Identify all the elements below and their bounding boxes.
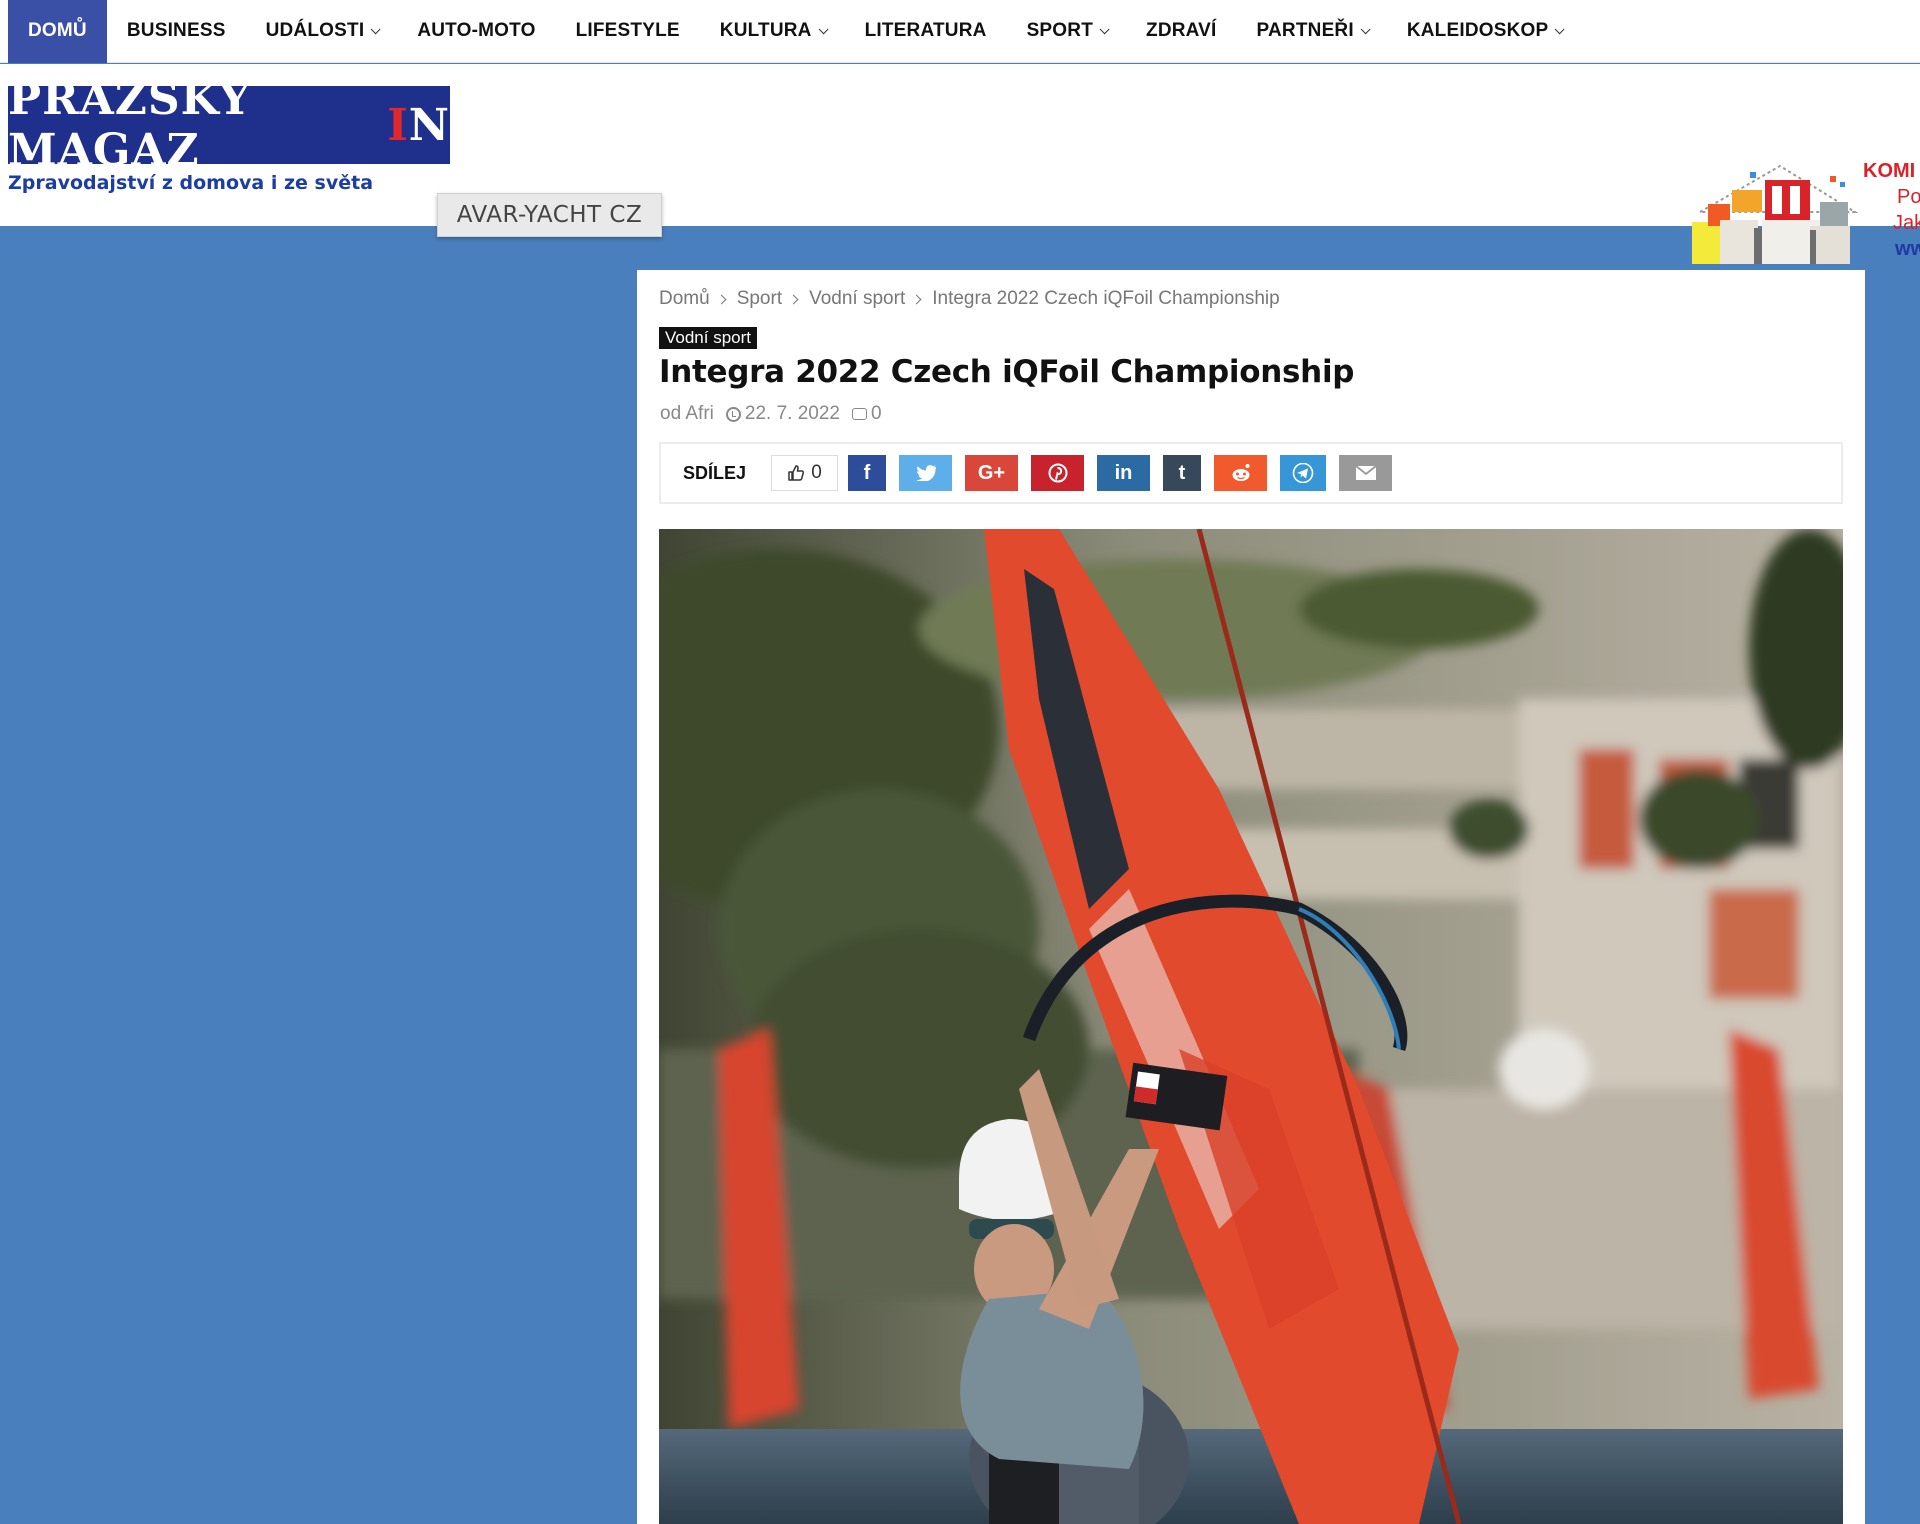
email-share-button[interactable]	[1339, 455, 1392, 491]
chevron-right-icon	[788, 294, 799, 304]
nav-item-udalosti[interactable]: UDÁLOSTI	[246, 0, 398, 63]
windsurfer-photo	[659, 529, 1843, 1524]
house-illustration-icon	[1692, 164, 1859, 264]
article-author[interactable]: od Afri	[660, 403, 714, 425]
chevron-right-icon	[716, 294, 727, 304]
reddit-icon	[1232, 464, 1249, 481]
email-icon	[1354, 465, 1377, 480]
nav-item-kultura[interactable]: KULTURA	[700, 0, 845, 63]
reddit-share-button[interactable]	[1214, 455, 1267, 491]
telegram-icon	[1292, 463, 1314, 483]
nav-item-zdravi[interactable]: ZDRAVÍ	[1126, 0, 1237, 63]
site-logo[interactable]: PRAŽSKÝ MAGAZ I N	[8, 74, 450, 176]
link-tooltip: AVAR-YACHT CZ	[437, 193, 662, 237]
breadcrumb-sport[interactable]: Sport	[737, 288, 782, 310]
chevron-down-icon	[1099, 23, 1110, 34]
category-badge[interactable]: Vodní sport	[659, 327, 758, 349]
share-bar: SDÍLEJ 0 f G+ in t	[659, 442, 1843, 504]
breadcrumb: Domů Sport Vodní sport Integra 2022 Czec…	[659, 288, 1280, 310]
site-tagline: Zpravodajství z domova i ze světa	[8, 172, 374, 194]
main-navigation: DOMŮ BUSINESS UDÁLOSTI AUTO-MOTO LIFESTY…	[0, 0, 1920, 63]
pinterest-share-button[interactable]	[1031, 455, 1084, 491]
thumbs-up-icon	[788, 465, 805, 481]
twitter-icon	[915, 465, 936, 481]
breadcrumb-home[interactable]: Domů	[659, 288, 710, 310]
nav-item-auto-moto[interactable]: AUTO-MOTO	[397, 0, 555, 63]
chevron-right-icon	[911, 294, 922, 304]
breadcrumb-vodni-sport[interactable]: Vodní sport	[809, 288, 905, 310]
ad-text: KOMI Po Jak ww	[1863, 160, 1920, 260]
nav-item-domu[interactable]: DOMŮ	[8, 0, 107, 63]
breadcrumb-current: Integra 2022 Czech iQFoil Championship	[932, 288, 1280, 309]
nav-item-lifestyle[interactable]: LIFESTYLE	[556, 0, 700, 63]
tumblr-icon: t	[1178, 461, 1186, 484]
pinterest-icon	[1048, 463, 1067, 483]
article-image[interactable]	[659, 529, 1843, 1524]
linkedin-share-button[interactable]: in	[1097, 455, 1150, 491]
chevron-down-icon	[1360, 23, 1371, 34]
comment-icon	[851, 408, 867, 420]
chevron-down-icon	[818, 23, 829, 34]
site-header: PRAŽSKÝ MAGAZ I N Zpravodajství z domova i…	[0, 64, 1920, 264]
like-button[interactable]: 0	[771, 455, 838, 491]
like-count: 0	[811, 462, 822, 483]
article-title: Integra 2022 Czech iQFoil Championship	[659, 354, 1355, 390]
facebook-icon: f	[863, 461, 871, 484]
share-label: SDÍLEJ	[683, 462, 747, 483]
comment-count[interactable]: 0	[871, 403, 882, 425]
nav-item-business[interactable]: BUSINESS	[107, 0, 246, 63]
chevron-down-icon	[1555, 23, 1565, 34]
advertisement-banner[interactable]: KOMI Po Jak ww	[1690, 152, 1920, 268]
article-card: Domů Sport Vodní sport Integra 2022 Czec…	[637, 270, 1865, 1524]
facebook-share-button[interactable]: f	[848, 455, 886, 491]
article-meta: od Afri 22. 7. 2022 0	[660, 403, 882, 425]
linkedin-icon: in	[1114, 461, 1133, 484]
nav-item-literatura[interactable]: LITERATURA	[845, 0, 1007, 63]
article-date: 22. 7. 2022	[744, 403, 840, 424]
google-plus-icon: G+	[977, 461, 1006, 484]
nav-item-kaleidoskop[interactable]: KALEIDOSKOP	[1387, 0, 1582, 63]
tumblr-share-button[interactable]: t	[1163, 455, 1201, 491]
nav-item-partneri[interactable]: PARTNEŘI	[1237, 0, 1387, 63]
telegram-share-button[interactable]	[1280, 455, 1326, 491]
twitter-share-button[interactable]	[899, 455, 952, 491]
clock-icon	[725, 406, 741, 422]
google-plus-share-button[interactable]: G+	[965, 455, 1018, 491]
nav-item-sport[interactable]: SPORT	[1007, 0, 1126, 63]
chevron-down-icon	[370, 23, 381, 34]
